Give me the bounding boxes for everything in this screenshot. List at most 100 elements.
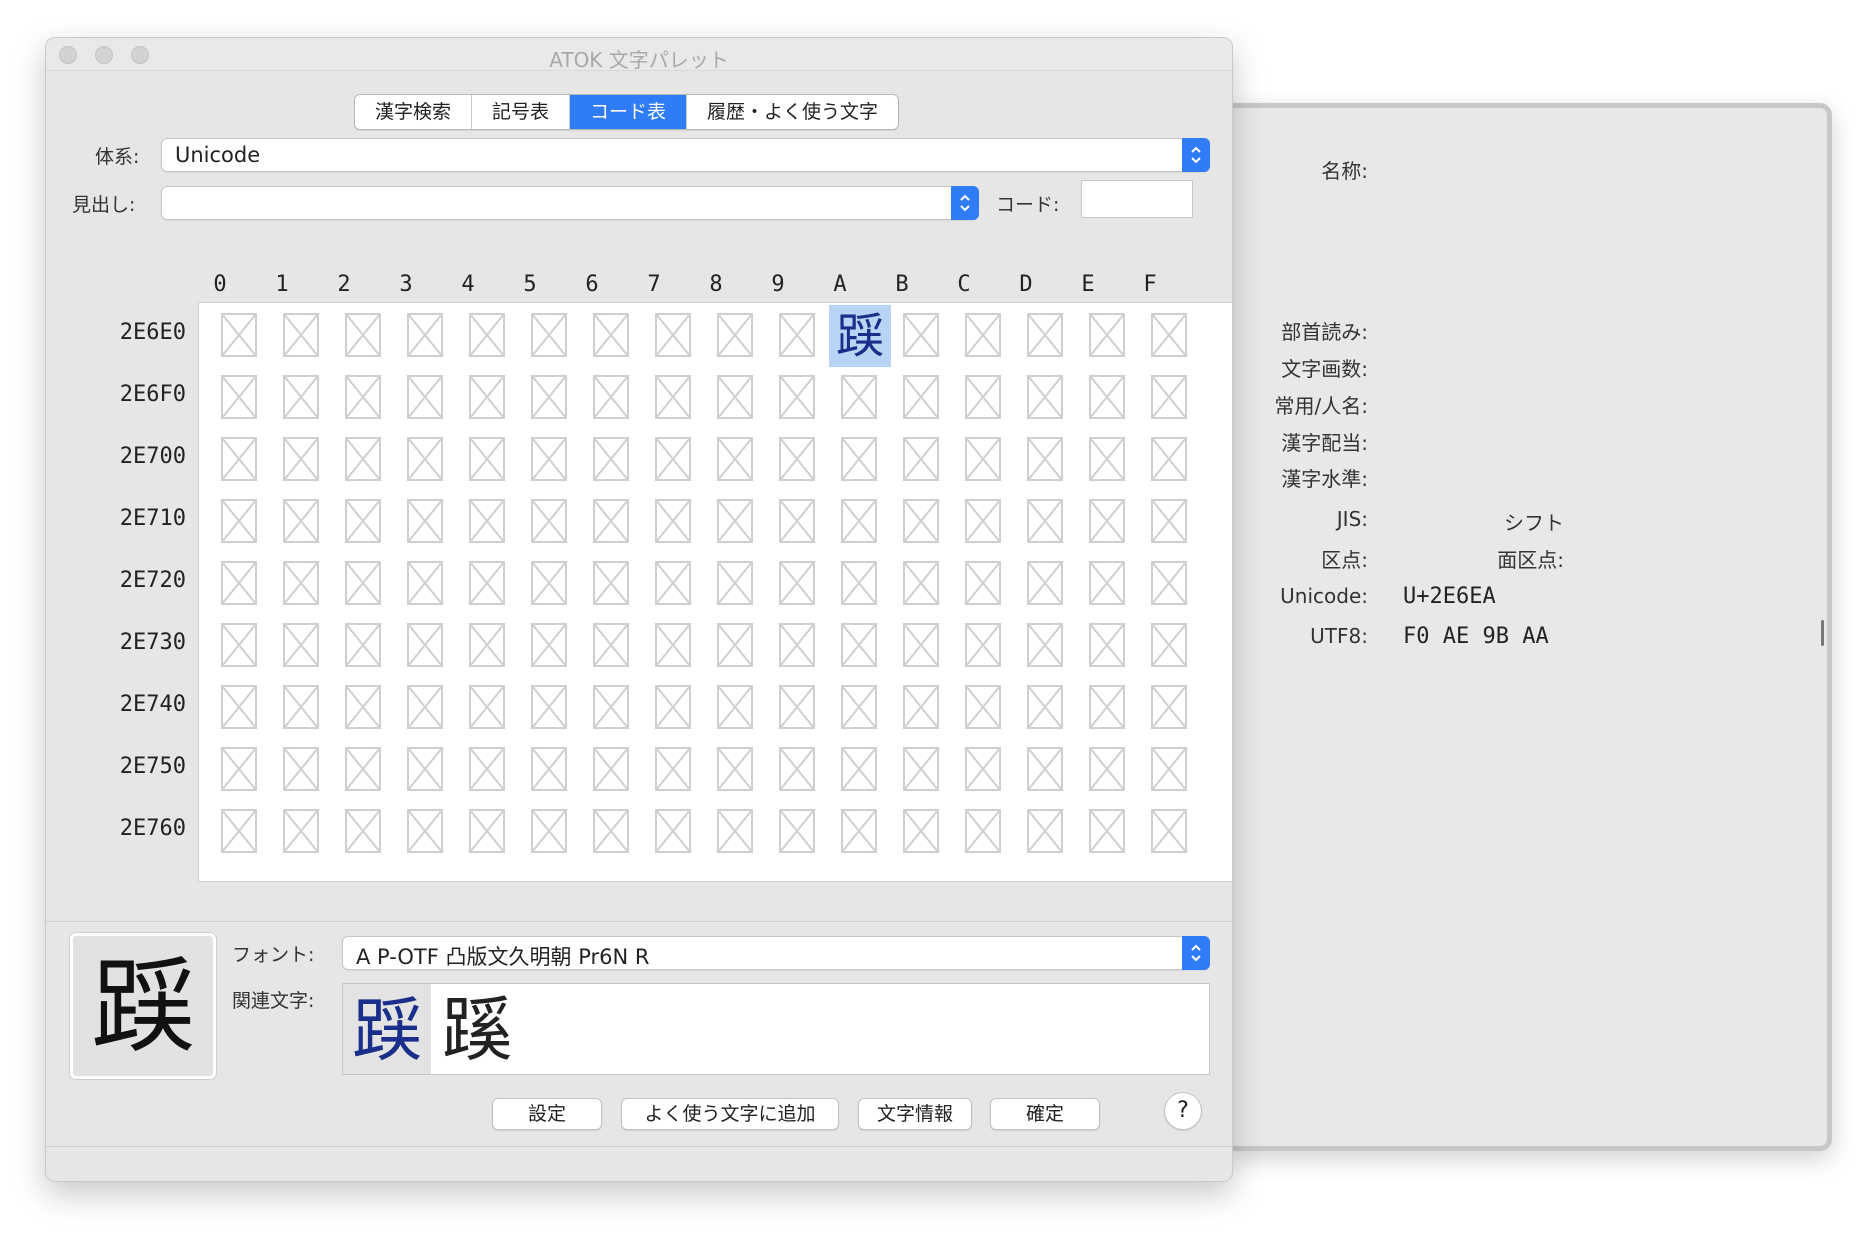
tab-kanji-search[interactable]: 漢字検索 <box>355 95 473 129</box>
code-cell[interactable] <box>891 677 953 739</box>
code-cell[interactable] <box>1015 367 1077 429</box>
code-cell[interactable] <box>705 739 767 801</box>
heading-select[interactable] <box>161 186 979 220</box>
code-cell[interactable] <box>1077 553 1139 615</box>
code-cell[interactable] <box>1077 677 1139 739</box>
code-cell[interactable] <box>333 305 395 367</box>
code-cell[interactable] <box>891 491 953 553</box>
code-cell[interactable] <box>1015 491 1077 553</box>
code-cell[interactable] <box>953 553 1015 615</box>
code-input[interactable] <box>1081 180 1193 218</box>
code-cell[interactable] <box>581 429 643 491</box>
code-cell[interactable] <box>705 677 767 739</box>
code-cell[interactable] <box>457 491 519 553</box>
code-cell[interactable] <box>271 739 333 801</box>
code-cell[interactable] <box>209 801 271 863</box>
code-cell[interactable] <box>457 615 519 677</box>
code-cell[interactable] <box>829 677 891 739</box>
code-cell[interactable] <box>209 491 271 553</box>
add-favorite-button[interactable]: よく使う文字に追加 <box>621 1098 839 1130</box>
code-cell[interactable] <box>767 367 829 429</box>
code-cell-selected[interactable]: 𮛪 <box>829 305 891 367</box>
code-cell[interactable] <box>767 305 829 367</box>
code-cell[interactable] <box>829 491 891 553</box>
code-cell[interactable] <box>1139 305 1201 367</box>
code-cell[interactable] <box>1139 677 1201 739</box>
code-cell[interactable] <box>395 739 457 801</box>
code-cell[interactable] <box>767 677 829 739</box>
code-cell[interactable] <box>457 305 519 367</box>
code-cell[interactable] <box>581 739 643 801</box>
code-cell[interactable] <box>395 305 457 367</box>
code-cell[interactable] <box>705 367 767 429</box>
code-cell[interactable] <box>767 429 829 491</box>
code-cell[interactable] <box>705 553 767 615</box>
code-cell[interactable] <box>643 305 705 367</box>
code-cell[interactable] <box>891 367 953 429</box>
code-cell[interactable] <box>953 739 1015 801</box>
code-cell[interactable] <box>705 305 767 367</box>
code-cell[interactable] <box>1077 615 1139 677</box>
code-cell[interactable] <box>333 801 395 863</box>
code-cell[interactable] <box>395 553 457 615</box>
code-cell[interactable] <box>209 739 271 801</box>
code-cell[interactable] <box>643 367 705 429</box>
code-cell[interactable] <box>891 429 953 491</box>
code-cell[interactable] <box>1015 615 1077 677</box>
code-cell[interactable] <box>891 801 953 863</box>
code-cell[interactable] <box>829 553 891 615</box>
code-cell[interactable] <box>333 491 395 553</box>
code-cell[interactable] <box>891 615 953 677</box>
code-cell[interactable] <box>209 677 271 739</box>
code-cell[interactable] <box>953 677 1015 739</box>
code-cell[interactable] <box>953 615 1015 677</box>
code-cell[interactable] <box>953 491 1015 553</box>
code-cell[interactable] <box>1139 429 1201 491</box>
code-cell[interactable] <box>581 801 643 863</box>
code-cell[interactable] <box>953 429 1015 491</box>
code-cell[interactable] <box>457 553 519 615</box>
code-cell[interactable] <box>271 677 333 739</box>
code-cell[interactable] <box>395 491 457 553</box>
code-cell[interactable] <box>767 615 829 677</box>
code-cell[interactable] <box>1077 801 1139 863</box>
char-info-button[interactable]: 文字情報 <box>858 1098 972 1130</box>
code-cell[interactable] <box>581 615 643 677</box>
code-cell[interactable] <box>457 367 519 429</box>
code-cell[interactable] <box>333 739 395 801</box>
related-char-selected[interactable]: 𮛪 <box>343 984 431 1074</box>
code-cell[interactable] <box>643 615 705 677</box>
code-cell[interactable] <box>1139 491 1201 553</box>
code-cell[interactable] <box>1077 491 1139 553</box>
code-cell[interactable] <box>333 615 395 677</box>
code-cell[interactable] <box>581 553 643 615</box>
code-cell[interactable] <box>643 491 705 553</box>
code-cell[interactable] <box>1015 305 1077 367</box>
code-cell[interactable] <box>1015 739 1077 801</box>
code-cell[interactable] <box>581 491 643 553</box>
code-cell[interactable] <box>953 367 1015 429</box>
code-cell[interactable] <box>209 305 271 367</box>
code-cell[interactable] <box>209 615 271 677</box>
code-cell[interactable] <box>1077 739 1139 801</box>
code-cell[interactable] <box>705 615 767 677</box>
code-cell[interactable] <box>519 553 581 615</box>
code-cell[interactable] <box>457 677 519 739</box>
code-cell[interactable] <box>395 615 457 677</box>
code-cell[interactable] <box>271 305 333 367</box>
code-cell[interactable] <box>333 553 395 615</box>
code-cell[interactable] <box>1015 553 1077 615</box>
code-cell[interactable] <box>1139 801 1201 863</box>
code-cell[interactable] <box>519 677 581 739</box>
code-cell[interactable] <box>395 367 457 429</box>
code-cell[interactable] <box>333 429 395 491</box>
code-cell[interactable] <box>457 801 519 863</box>
code-cell[interactable] <box>333 367 395 429</box>
code-cell[interactable] <box>829 429 891 491</box>
code-cell[interactable] <box>1077 305 1139 367</box>
code-cell[interactable] <box>271 429 333 491</box>
code-cell[interactable] <box>519 801 581 863</box>
drawer-resize-handle[interactable] <box>1821 620 1824 646</box>
code-cell[interactable] <box>643 801 705 863</box>
code-cell[interactable] <box>395 429 457 491</box>
